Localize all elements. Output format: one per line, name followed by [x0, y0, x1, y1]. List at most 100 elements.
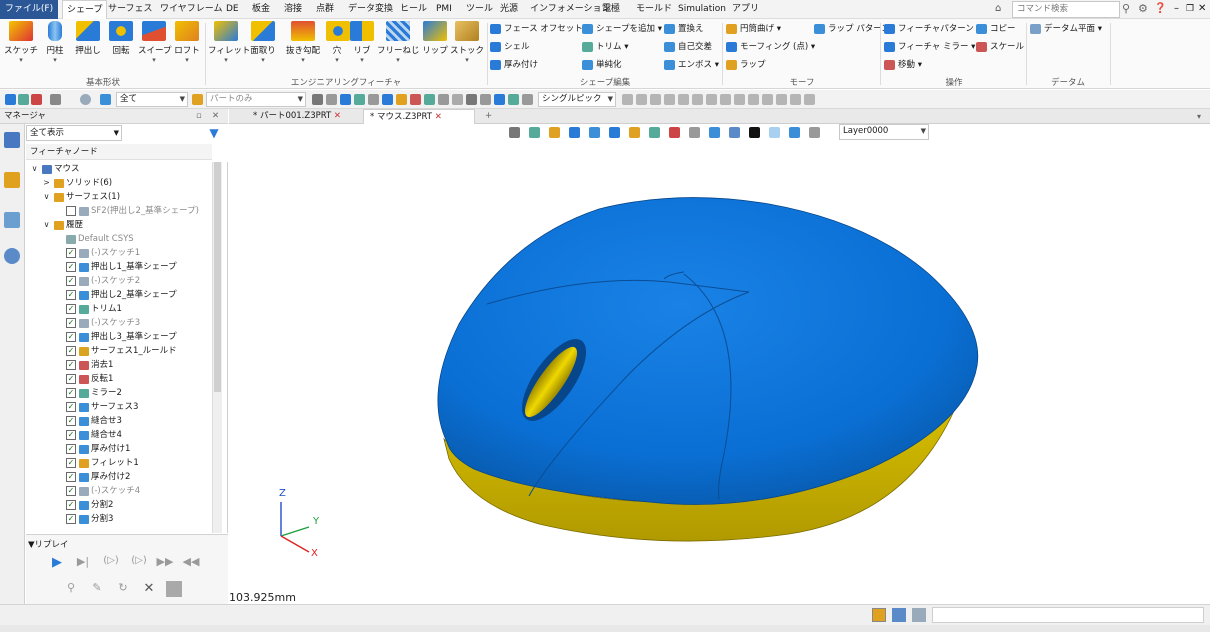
snap-tool-icon[interactable]: [720, 94, 731, 105]
pick-mode-combo[interactable]: シングルピック ▼: [538, 92, 616, 107]
image-view-icon[interactable]: [4, 212, 20, 228]
tab-close-icon[interactable]: ✕: [334, 111, 341, 121]
view-tool-icon[interactable]: [549, 127, 560, 138]
toolbar-tool-icon[interactable]: [382, 94, 393, 105]
menu-tab-11[interactable]: 光源: [496, 0, 522, 19]
tree-visibility-checkbox[interactable]: ✓: [66, 514, 76, 524]
new-tab-button[interactable]: +: [479, 109, 498, 124]
minimize-icon[interactable]: –: [1174, 1, 1184, 18]
tree-visibility-checkbox[interactable]: [66, 206, 76, 216]
view-tool-icon[interactable]: [709, 127, 720, 138]
menu-tab-8[interactable]: ヒール: [396, 0, 431, 19]
rewind-icon[interactable]: ◀◀: [182, 555, 200, 571]
menu-tab-16[interactable]: アプリ: [728, 0, 763, 19]
close-panel-icon[interactable]: ✕: [212, 109, 219, 124]
menu-tab-2[interactable]: ワイヤフレーム: [156, 0, 226, 19]
draft-button[interactable]: 抜き勾配 ▾: [283, 21, 323, 67]
toolbar-tool-icon[interactable]: [452, 94, 463, 105]
menu-tab-14[interactable]: モールド: [632, 0, 676, 19]
revolve-button[interactable]: 回転: [106, 21, 136, 67]
tree-visibility-checkbox[interactable]: ✓: [66, 458, 76, 468]
part-combo[interactable]: パートのみ ▼: [206, 92, 306, 107]
search-icon[interactable]: ⚲: [1122, 1, 1136, 18]
tree-visibility-checkbox[interactable]: ✓: [66, 402, 76, 412]
thicken-button[interactable]: 厚み付け: [490, 57, 538, 73]
display-filter-combo[interactable]: 全て表示 ▼: [26, 125, 122, 141]
display-icon[interactable]: [892, 608, 906, 622]
delete-icon[interactable]: ✕: [140, 581, 158, 597]
tree-item[interactable]: ✓ (-)スケッチ4: [26, 484, 211, 498]
tree-expander-icon[interactable]: ∨: [42, 218, 51, 232]
plus-icon[interactable]: [18, 94, 29, 105]
tree-visibility-checkbox[interactable]: ✓: [66, 304, 76, 314]
step-forward-icon[interactable]: ▶|: [74, 555, 92, 571]
view-tool-icon[interactable]: [569, 127, 580, 138]
snap-tool-icon[interactable]: [692, 94, 703, 105]
menu-tab-6[interactable]: 点群: [312, 0, 338, 19]
add-shape-button[interactable]: シェープを追加 ▾: [582, 21, 662, 37]
menu-tab-10[interactable]: ツール: [462, 0, 497, 19]
tree-visibility-checkbox[interactable]: ✓: [66, 346, 76, 356]
close-icon[interactable]: ✕: [1198, 1, 1208, 18]
tree-item[interactable]: ✓ トリム1: [26, 302, 211, 316]
view-tool-icon[interactable]: [649, 127, 660, 138]
tab-list-icon[interactable]: ▾: [1191, 109, 1207, 124]
loft-button[interactable]: ロフト ▾: [172, 21, 202, 67]
history-tree-icon[interactable]: [4, 132, 20, 148]
tree-item[interactable]: SF2(押出し2_基準シェープ): [26, 204, 211, 218]
morph-point-button[interactable]: モーフィング (点) ▾: [726, 39, 815, 55]
tree-item[interactable]: ✓ (-)スケッチ2: [26, 274, 211, 288]
box-select-icon[interactable]: [50, 94, 61, 105]
tree-item[interactable]: Default CSYS: [26, 232, 211, 246]
snap-tool-icon[interactable]: [678, 94, 689, 105]
tree-visibility-checkbox[interactable]: ✓: [66, 262, 76, 272]
toolbar-tool-icon[interactable]: [466, 94, 477, 105]
menu-tab-3[interactable]: DE: [222, 0, 243, 19]
feature-mirror-button[interactable]: フィーチャ ミラー ▾: [884, 39, 975, 55]
part-icon[interactable]: [192, 94, 203, 105]
tree-visibility-checkbox[interactable]: ✓: [66, 276, 76, 286]
menu-tab-9[interactable]: PMI: [432, 0, 456, 19]
snap-tool-icon[interactable]: [650, 94, 661, 105]
tree-item[interactable]: ✓ (-)スケッチ1: [26, 246, 211, 260]
tree-item[interactable]: ✓ 押出し2_基準シェープ: [26, 288, 211, 302]
home-icon[interactable]: ⌂: [995, 1, 1009, 18]
play-icon[interactable]: ▶: [48, 555, 66, 571]
tree-visibility-checkbox[interactable]: ✓: [66, 430, 76, 440]
tab-mouse[interactable]: * マウス.Z3PRT ✕: [363, 109, 475, 124]
snap-tool-icon[interactable]: [776, 94, 787, 105]
tree-scrollbar[interactable]: [212, 162, 222, 533]
view-tool-icon[interactable]: [749, 127, 760, 138]
toolbar-tool-icon[interactable]: [522, 94, 533, 105]
tree-visibility-checkbox[interactable]: ✓: [66, 374, 76, 384]
view-tool-icon[interactable]: [629, 127, 640, 138]
select-arrow-icon[interactable]: [5, 94, 16, 105]
command-search-input[interactable]: コマンド検索: [1012, 1, 1120, 18]
toolbar-tool-icon[interactable]: [368, 94, 379, 105]
snap-tool-icon[interactable]: [804, 94, 815, 105]
sweep-button[interactable]: スイープ ▾: [138, 21, 172, 67]
tree-expander-icon[interactable]: >: [42, 176, 51, 190]
toolbar-tool-icon[interactable]: [494, 94, 505, 105]
tree-visibility-checkbox[interactable]: ✓: [66, 318, 76, 328]
copy-button[interactable]: コピー: [976, 21, 1016, 37]
stop-icon[interactable]: [166, 581, 182, 597]
face-offset-button[interactable]: フェース オフセット ▾: [490, 21, 590, 37]
toolbar-tool-icon[interactable]: [424, 94, 435, 105]
gear-icon[interactable]: ⚙: [1138, 1, 1152, 18]
link-icon[interactable]: ⚲: [62, 581, 80, 597]
panel-icon[interactable]: [912, 608, 926, 622]
view-tool-icon[interactable]: [669, 127, 680, 138]
tree-visibility-checkbox[interactable]: ✓: [66, 290, 76, 300]
menu-tab-1[interactable]: サーフェス: [104, 0, 156, 19]
wrap-button[interactable]: ラップ: [726, 57, 766, 73]
tab-part001[interactable]: * パート001.Z3PRT ✕: [247, 109, 361, 124]
sphere-icon[interactable]: [80, 94, 91, 105]
snap-tool-icon[interactable]: [762, 94, 773, 105]
tree-item[interactable]: ✓ 厚み付け1: [26, 442, 211, 456]
tree-filter-icon[interactable]: ▼: [206, 125, 222, 141]
tree-item[interactable]: ∨ サーフェス(1): [26, 190, 211, 204]
view-mode-icon[interactable]: [872, 608, 886, 622]
extrude-button[interactable]: 押出し: [72, 21, 104, 67]
snap-tool-icon[interactable]: [734, 94, 745, 105]
